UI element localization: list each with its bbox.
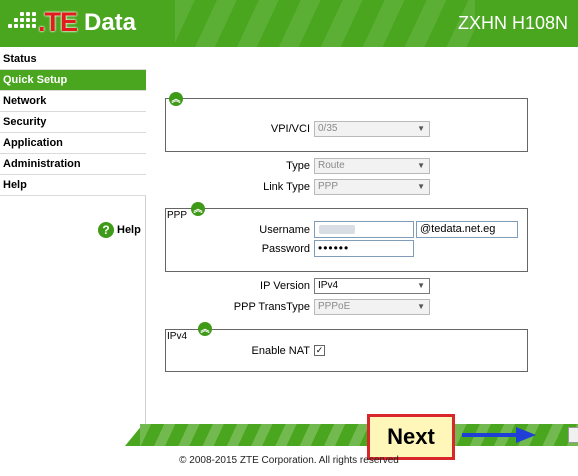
sidebar-item-help[interactable]: Help <box>0 175 146 196</box>
te-data-logo: .TE Data <box>8 6 138 40</box>
username-input[interactable] <box>314 221 414 238</box>
header-bar: .TE Data ZXHN H108N <box>0 0 578 47</box>
vpi-vci-select[interactable]: 0/35 ▼ <box>314 121 430 137</box>
logo-data-text: Data <box>84 9 137 36</box>
chevron-down-icon: ▼ <box>417 161 425 170</box>
sidebar: Status Quick Setup Network Security Appl… <box>0 49 146 439</box>
sidebar-item-security[interactable]: Security <box>0 112 146 133</box>
arrow-right-icon <box>462 427 536 443</box>
ip-version-label: IP Version <box>260 280 310 292</box>
type-value: Route <box>318 160 345 171</box>
password-label: Password <box>261 243 310 255</box>
collapse-icon[interactable]: ︽ <box>169 92 183 106</box>
chevron-down-icon: ▼ <box>417 124 425 133</box>
help-link-label: Help <box>117 224 141 236</box>
link-type-select[interactable]: PPP ▼ <box>314 179 430 195</box>
next-button[interactable] <box>568 427 578 443</box>
collapse-icon[interactable]: ︽ <box>198 322 212 336</box>
chevron-down-icon: ▼ <box>417 302 425 311</box>
collapse-icon[interactable]: ︽ <box>191 202 205 216</box>
vpi-vci-label: VPI/VCI <box>270 123 310 135</box>
link-type-label: Link Type <box>263 181 310 193</box>
enable-nat-checkbox[interactable]: ✓ <box>314 345 325 356</box>
sidebar-item-quick-setup[interactable]: Quick Setup <box>0 70 146 91</box>
chevron-down-icon: ▼ <box>417 182 425 191</box>
username-label: Username <box>259 224 310 236</box>
model-name: ZXHN H108N <box>457 13 568 33</box>
ppp-transtype-label: PPP TransType <box>233 301 310 313</box>
next-callout-label: Next <box>367 414 455 460</box>
question-icon: ? <box>98 222 114 238</box>
header-stripes <box>175 0 475 47</box>
type-label: Type <box>286 160 310 172</box>
username-suffix-field: @tedata.net.eg <box>416 221 518 238</box>
ip-version-select[interactable]: IPv4 ▼ <box>314 278 430 294</box>
type-select[interactable]: Route ▼ <box>314 158 430 174</box>
sidebar-item-administration[interactable]: Administration <box>0 154 146 175</box>
sidebar-item-status[interactable]: Status <box>0 49 146 70</box>
redacted-username <box>319 225 355 234</box>
ipv4-group-title: IPv4 <box>167 331 188 342</box>
sidebar-item-network[interactable]: Network <box>0 91 146 112</box>
ppp-transtype-select[interactable]: PPPoE ▼ <box>314 299 430 315</box>
ipv4-group <box>165 329 528 372</box>
ppp-group-title: PPP <box>167 210 188 221</box>
router-admin-page: .TE Data ZXHN H108N Status Quick Setup N… <box>0 0 578 476</box>
enable-nat-label: Enable NAT <box>251 345 311 357</box>
vpi-vci-value: 0/35 <box>318 123 338 134</box>
ppp-transtype-value: PPPoE <box>318 301 351 312</box>
copyright-text: © 2008-2015 ZTE Corporation. All rights … <box>179 455 399 466</box>
link-type-value: PPP <box>318 181 339 192</box>
chevron-down-icon: ▼ <box>417 281 425 290</box>
ip-version-value: IPv4 <box>318 280 339 291</box>
sidebar-item-application[interactable]: Application <box>0 133 146 154</box>
password-input[interactable]: •••••• <box>314 240 414 257</box>
logo-te-text: .TE <box>38 7 78 37</box>
